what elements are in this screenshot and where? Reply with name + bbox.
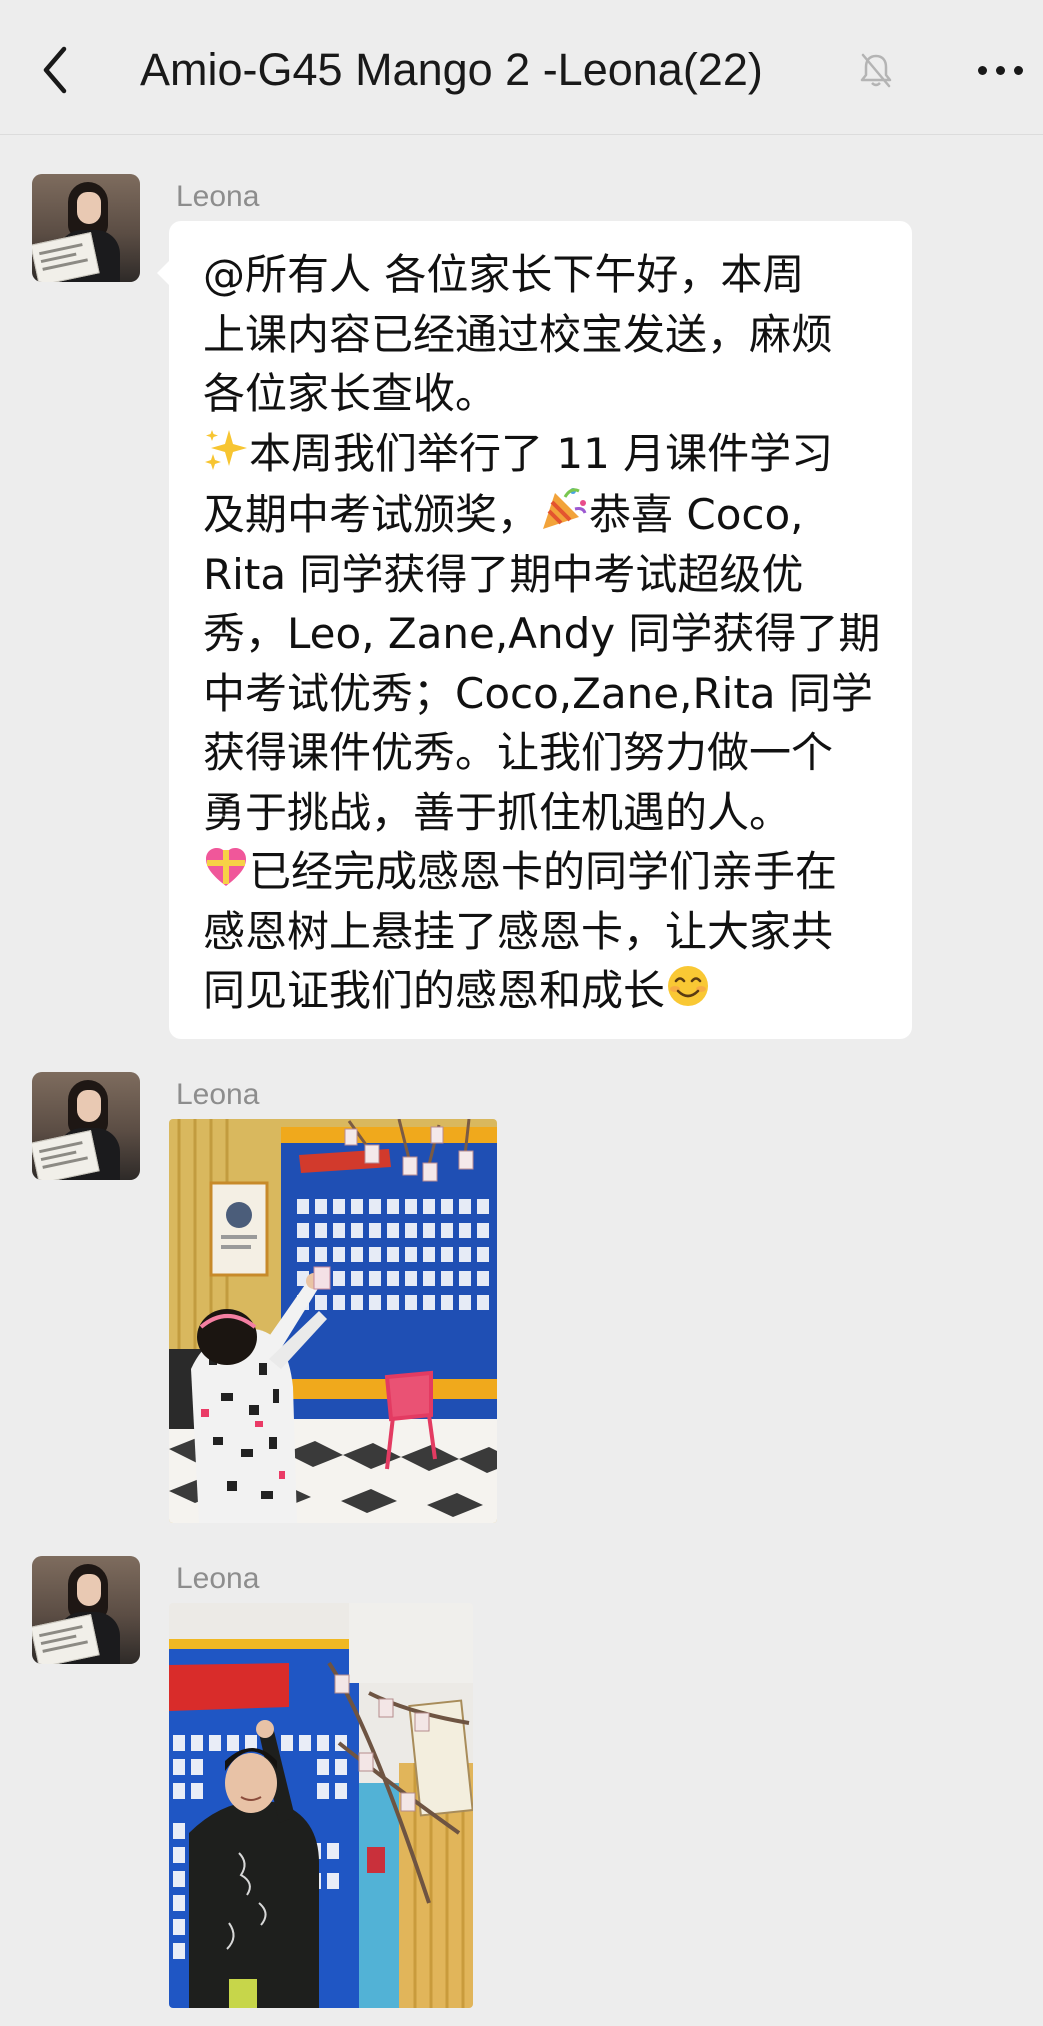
girl-hanging-thanks-card-photo — [169, 1119, 497, 1523]
message-line-row: 同见证我们的感恩和成长 — [203, 961, 880, 1021]
party-popper-icon — [543, 488, 587, 529]
smiling-face-icon — [668, 966, 709, 1006]
boy-by-thanks-tree-photo — [169, 1603, 473, 2008]
avatar[interactable] — [32, 1072, 140, 1180]
bell-off-icon — [860, 53, 892, 88]
chat-title: Amio-G45 Mango 2 -Leona(22) — [140, 44, 763, 95]
message-line-row: 已经完成感恩卡的同学们亲手在 — [203, 842, 880, 902]
sender-name: Leona — [176, 1562, 260, 1595]
heart-gift-icon — [206, 848, 246, 886]
message-line: 本周我们举行了 11 月课件学习 — [249, 428, 834, 478]
sparkles-icon — [205, 429, 247, 470]
message-line: 获得课件优秀。让我们努力做一个 — [203, 728, 834, 777]
message-line: 恭喜 Coco, — [589, 490, 804, 539]
more-options-button[interactable] — [970, 50, 1030, 90]
message-line: 勇于挑战，善于抓住机遇的人。 — [203, 787, 792, 837]
more-dot — [1013, 65, 1023, 75]
sender-name: Leona — [176, 1078, 260, 1111]
more-dot — [977, 65, 987, 75]
message-line: 秀，Leo, Zane,Andy 同学获得了期 — [203, 609, 881, 658]
sender-name: Leona — [176, 180, 260, 213]
message-line: 同见证我们的感恩和成长 — [203, 966, 666, 1015]
message-bubble[interactable]: @所有人 各位家长下午好，本周 上课内容已经通过校宝发送，麻烦 各位家长查收。 … — [157, 221, 912, 1039]
message-line-row: 本周我们举行了 11 月课件学习 — [203, 424, 880, 484]
more-dot — [995, 65, 1005, 75]
avatar[interactable] — [32, 174, 140, 282]
message-line: 中考试优秀；Coco,Zane,Rita 同学 — [203, 668, 873, 718]
message-line: 感恩树上悬挂了感恩卡，让大家共 — [203, 906, 834, 956]
message-line: @所有人 各位家长下午好，本周 — [203, 250, 805, 299]
message-line: 上课内容已经通过校宝发送，麻烦 — [203, 309, 834, 359]
message-image[interactable] — [169, 1119, 497, 1523]
message-line: Rita 同学获得了期中考试超级优 — [203, 549, 804, 599]
avatar[interactable] — [32, 1556, 140, 1664]
message-line: 已经完成感恩卡的同学们亲手在 — [249, 847, 838, 896]
message-line-row: 及期中考试颁奖， 恭喜 Coco, — [203, 483, 880, 545]
message-line: 各位家长查收。 — [203, 369, 498, 418]
back-button[interactable] — [30, 40, 80, 100]
message-line: 及期中考试颁奖， — [203, 490, 540, 539]
chevron-left-icon — [43, 46, 67, 94]
chat-header: Amio-G45 Mango 2 -Leona(22) — [0, 0, 1043, 135]
message-image[interactable] — [169, 1603, 473, 2008]
